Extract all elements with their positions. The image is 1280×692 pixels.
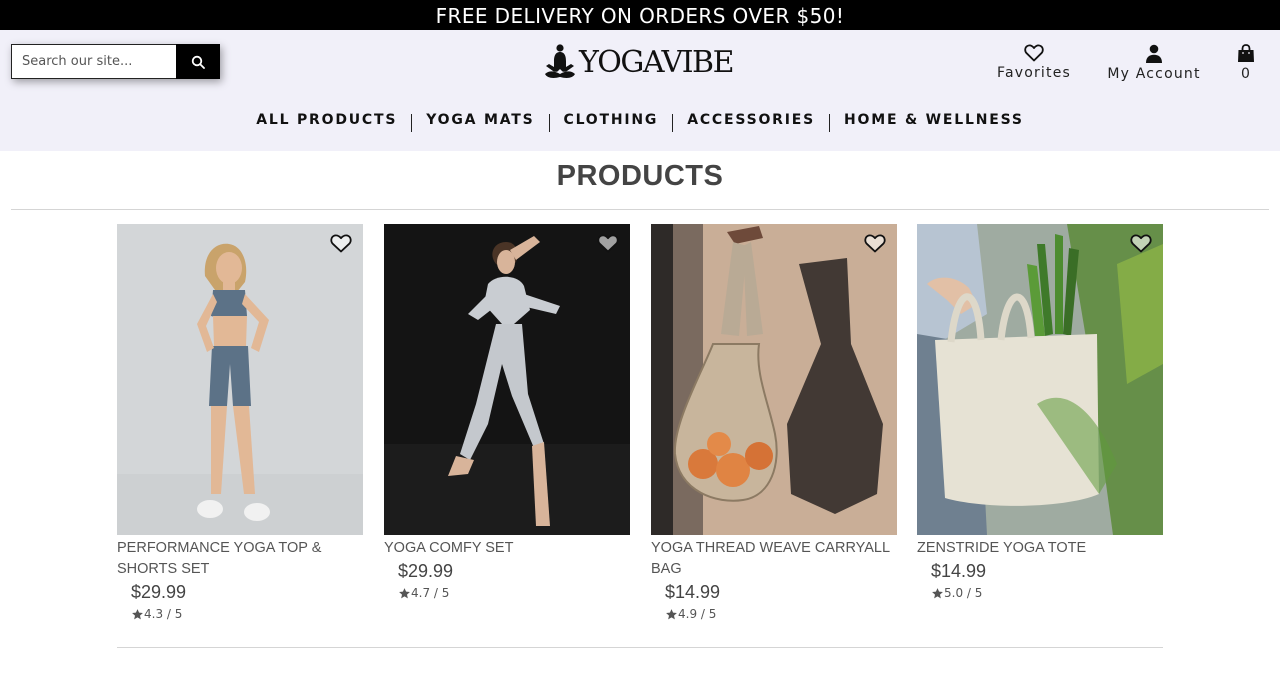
my-account-label: My Account xyxy=(1107,66,1201,82)
product-image[interactable] xyxy=(384,224,630,535)
product-photo-yoga-set xyxy=(117,224,363,535)
product-price: $14.99 xyxy=(931,561,987,581)
product-image[interactable] xyxy=(117,224,363,535)
heart-icon xyxy=(863,234,886,252)
product-name[interactable]: ZENSTRIDE YOGA TOTE xyxy=(917,538,1163,559)
star-icon xyxy=(666,608,677,619)
add-to-favorites-button[interactable] xyxy=(1128,232,1153,254)
product-rating: 4.3 / 5 xyxy=(131,607,363,621)
product-card: YOGA THREAD WEAVE CARRYALL BAG $14.99 4.… xyxy=(651,224,897,621)
nav-all-products[interactable]: ALL PRODUCTS xyxy=(242,112,411,128)
rating-value: 4.9 / 5 xyxy=(678,607,717,621)
product-card: PERFORMANCE YOGA TOP & SHORTS SET $29.99… xyxy=(117,224,363,621)
product-photo-tote xyxy=(917,224,1163,535)
promo-banner: FREE DELIVERY ON ORDERS OVER $50! xyxy=(0,0,1280,30)
product-rating: 4.9 / 5 xyxy=(665,607,897,621)
shopping-bag-icon xyxy=(1238,44,1254,62)
section-divider xyxy=(117,647,1163,648)
nav-yoga-mats[interactable]: YOGA MATS xyxy=(412,112,548,128)
site-header: YOGAVIBE Favorites My Account 0 xyxy=(0,30,1280,151)
product-rating: 5.0 / 5 xyxy=(931,586,1163,600)
add-to-favorites-button[interactable] xyxy=(862,232,887,254)
rating-value: 5.0 / 5 xyxy=(944,586,983,600)
add-to-favorites-button[interactable] xyxy=(595,232,620,254)
heart-icon xyxy=(1024,44,1044,62)
my-account-link[interactable]: My Account xyxy=(1106,44,1202,82)
heart-icon xyxy=(1129,234,1152,252)
product-card: ZENSTRIDE YOGA TOTE $14.99 5.0 / 5 xyxy=(917,224,1163,600)
favorites-label: Favorites xyxy=(996,65,1072,81)
nav-accessories[interactable]: ACCESSORIES xyxy=(673,112,829,128)
section-divider xyxy=(11,209,1269,210)
heart-icon xyxy=(596,234,619,252)
product-name[interactable]: PERFORMANCE YOGA TOP & SHORTS SET xyxy=(117,538,363,580)
main-navigation: ALL PRODUCTS YOGA MATS CLOTHING ACCESSOR… xyxy=(0,109,1280,132)
page-title: PRODUCTS xyxy=(556,160,724,192)
cart-count: 0 xyxy=(1240,66,1252,82)
add-to-favorites-button[interactable] xyxy=(328,232,353,254)
product-card: YOGA COMFY SET $29.99 4.7 / 5 xyxy=(384,224,630,600)
product-name[interactable]: YOGA COMFY SET xyxy=(384,538,630,559)
cart-link[interactable]: 0 xyxy=(1232,44,1260,82)
star-icon xyxy=(132,608,143,619)
product-image[interactable] xyxy=(651,224,897,535)
star-icon xyxy=(399,587,410,598)
nav-clothing[interactable]: CLOTHING xyxy=(550,112,673,128)
user-icon xyxy=(1146,44,1162,63)
product-price: $29.99 xyxy=(398,561,454,581)
star-icon xyxy=(932,587,943,598)
header-actions: Favorites My Account 0 xyxy=(0,44,1280,89)
nav-home-wellness[interactable]: HOME & WELLNESS xyxy=(830,112,1038,128)
heart-icon xyxy=(329,234,352,252)
rating-value: 4.7 / 5 xyxy=(411,586,450,600)
product-image[interactable] xyxy=(917,224,1163,535)
rating-value: 4.3 / 5 xyxy=(144,607,183,621)
product-photo-comfy-set xyxy=(384,224,630,535)
product-price: $14.99 xyxy=(665,582,721,602)
product-rating: 4.7 / 5 xyxy=(398,586,630,600)
product-name[interactable]: YOGA THREAD WEAVE CARRYALL BAG xyxy=(651,538,897,580)
favorites-link[interactable]: Favorites xyxy=(996,44,1072,81)
product-photo-carryall-bag xyxy=(651,224,897,535)
product-price: $29.99 xyxy=(131,582,187,602)
